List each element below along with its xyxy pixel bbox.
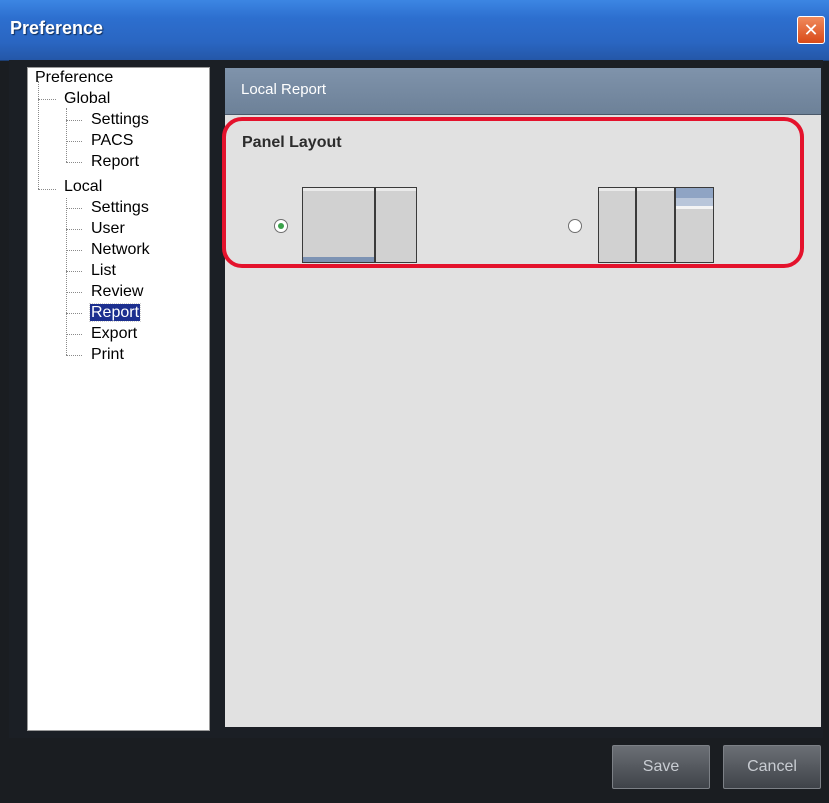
tree-line xyxy=(66,120,82,121)
tree-line xyxy=(66,141,82,142)
close-icon[interactable]: ✕ xyxy=(797,16,825,44)
tree-line xyxy=(66,198,67,355)
preference-tree: Preference Global Settings PACS Report L… xyxy=(27,67,210,731)
tree-item-label: User xyxy=(91,220,125,237)
tree-line xyxy=(66,292,82,293)
tree-item-local[interactable]: Local xyxy=(63,177,103,198)
tree-item-label: Settings xyxy=(91,111,149,128)
tree-item-global-settings[interactable]: Settings xyxy=(90,110,150,131)
tree-item-local-network[interactable]: Network xyxy=(90,240,151,261)
tree-line xyxy=(66,162,82,163)
tree-item-label: Settings xyxy=(91,199,149,216)
tree-item-local-review[interactable]: Review xyxy=(90,282,144,303)
tree-line xyxy=(66,334,82,335)
tree-item-label: Local xyxy=(64,178,103,195)
panel-header: Local Report xyxy=(225,68,821,115)
tree-line xyxy=(66,271,82,272)
tree-line xyxy=(66,355,82,356)
tree-item-local-user[interactable]: User xyxy=(90,219,126,240)
highlight-annotation xyxy=(222,117,804,268)
tree-item-label: Report xyxy=(88,303,142,322)
tree-item-local-report[interactable]: Report xyxy=(88,303,142,324)
tree-item-label: Export xyxy=(91,325,138,342)
tree-line xyxy=(66,250,82,251)
window-title: Preference xyxy=(10,18,104,38)
tree-line xyxy=(38,99,56,100)
tree-item-label: Network xyxy=(91,241,150,258)
tree-line xyxy=(66,313,82,314)
tree-line xyxy=(66,108,67,162)
tree-item-local-print[interactable]: Print xyxy=(90,345,125,366)
tree-item-label: Preference xyxy=(35,69,114,86)
tree-item-label: List xyxy=(91,262,116,279)
tree-line xyxy=(66,229,82,230)
tree-item-global-report[interactable]: Report xyxy=(90,152,140,173)
preference-window: Preference ✕ Preference Global Settings … xyxy=(0,0,829,803)
tree-item-global[interactable]: Global xyxy=(63,89,111,110)
save-button[interactable]: Save xyxy=(612,745,710,789)
tree-item-label: PACS xyxy=(91,132,134,149)
tree-item-label: Global xyxy=(64,90,111,107)
tree-item-label: Report xyxy=(91,153,140,170)
tree-item-local-export[interactable]: Export xyxy=(90,324,138,345)
tree-line xyxy=(66,208,82,209)
tree-line xyxy=(38,189,56,190)
tree-item-local-settings[interactable]: Settings xyxy=(90,198,150,219)
tree-item-label: Print xyxy=(91,346,124,363)
tree-line xyxy=(38,81,39,189)
panel-header-title: Local Report xyxy=(241,81,327,98)
tree-item-preference[interactable]: Preference xyxy=(34,68,114,89)
title-bar[interactable]: Preference ✕ xyxy=(0,0,829,61)
tree-item-local-list[interactable]: List xyxy=(90,261,117,282)
cancel-button[interactable]: Cancel xyxy=(723,745,821,789)
tree-item-global-pacs[interactable]: PACS xyxy=(90,131,134,152)
tree-item-label: Review xyxy=(91,283,144,300)
